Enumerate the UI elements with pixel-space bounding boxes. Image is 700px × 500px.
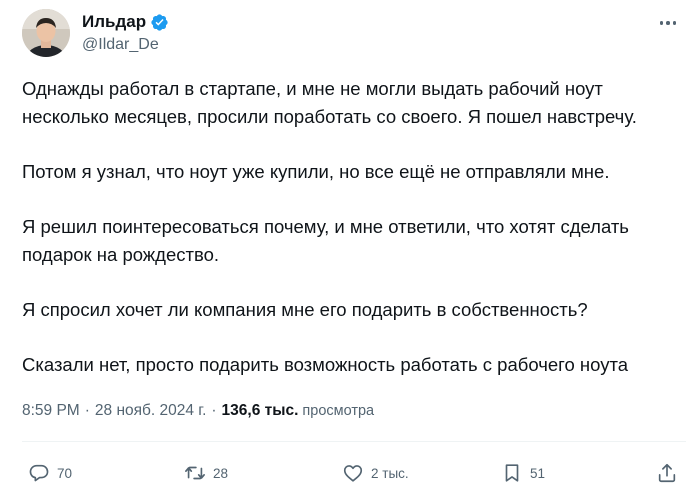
bookmark-count: 51 — [530, 465, 546, 481]
reply-count: 70 — [57, 465, 73, 481]
more-dots-icon[interactable] — [654, 12, 682, 34]
like-button[interactable]: 2 тыс. — [342, 458, 409, 488]
avatar-image — [22, 9, 70, 57]
share-upload-icon — [658, 463, 676, 483]
meta-separator: · — [211, 402, 217, 419]
action-bar: 70 28 2 тыс. 51 — [0, 458, 700, 488]
retweet-button[interactable]: 28 — [184, 458, 228, 488]
avatar[interactable] — [22, 9, 70, 57]
reply-button[interactable]: 70 — [28, 458, 72, 488]
like-count: 2 тыс. — [371, 465, 409, 481]
tweet-time[interactable]: 8:59 PM — [22, 402, 80, 420]
share-button[interactable] — [656, 458, 678, 488]
tweet-paragraph: Сказали нет, просто подарить возможность… — [22, 354, 629, 375]
tweet-date[interactable]: 28 нояб. 2024 г. — [95, 402, 206, 420]
tweet-paragraph: Я спросил хочет ли компания мне его пода… — [22, 299, 588, 320]
tweet: Ильдар @Ildar_De Однажды работал в старт… — [0, 0, 700, 500]
views-count[interactable]: 136,6 тыс. — [222, 402, 299, 420]
retweet-icon — [185, 466, 205, 480]
bookmark-icon — [505, 464, 519, 482]
tweet-paragraph: Потом я узнал, что ноут уже купили, но в… — [22, 161, 610, 182]
views-label[interactable]: просмотра — [302, 403, 374, 419]
bookmark-button[interactable]: 51 — [501, 458, 545, 488]
heart-icon — [343, 465, 363, 482]
tweet-meta: 8:59 PM · 28 нояб. 2024 г. · 136,6 тыс. … — [22, 402, 374, 420]
author-handle[interactable]: @Ildar_De — [82, 36, 169, 54]
author-block: Ильдар @Ildar_De — [82, 11, 169, 54]
verified-badge-icon — [150, 13, 169, 32]
tweet-text: Однажды работал в стартапе, и мне не мог… — [22, 75, 692, 379]
tweet-paragraph: Однажды работал в стартапе, и мне не мог… — [22, 78, 637, 127]
author-name[interactable]: Ильдар — [82, 12, 146, 32]
meta-separator: · — [84, 402, 90, 419]
retweet-count: 28 — [213, 465, 229, 481]
divider — [22, 441, 686, 442]
reply-bubble-icon — [29, 464, 49, 482]
tweet-paragraph: Я решил поинтересоваться почему, и мне о… — [22, 216, 629, 265]
